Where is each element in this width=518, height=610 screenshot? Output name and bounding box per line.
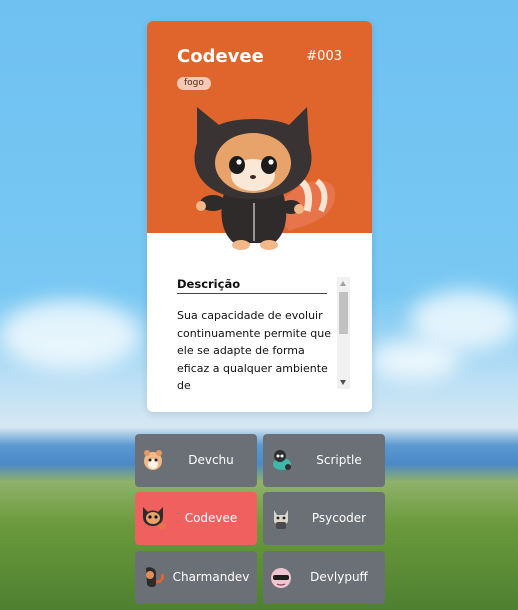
creature-tile-devchu[interactable]: Devchu (135, 434, 257, 487)
scroll-up-icon[interactable] (340, 281, 346, 286)
creature-tile-label: Psycoder (311, 511, 367, 525)
puffball-creature-icon (271, 568, 291, 588)
hamster-creature-icon (144, 450, 162, 470)
creature-tile-label: Charmandev (172, 570, 250, 584)
scroll-down-icon[interactable] (340, 380, 346, 385)
description-text: Sua capacidade de evoluir continuamente … (177, 309, 331, 389)
creature-image (194, 107, 336, 250)
creature-tile-devlypuff[interactable]: Devlypuff (263, 551, 385, 604)
scrollbar-thumb[interactable] (339, 292, 348, 334)
creature-tile-codevee[interactable]: Codevee (135, 492, 257, 545)
description-section: Descrição Sua capacidade de evoluir cont… (177, 277, 350, 389)
creature-tile-psycoder[interactable]: Psycoder (263, 492, 385, 545)
creature-name: Codevee (177, 46, 264, 67)
creature-tile-label: Codevee (184, 511, 238, 525)
card-header: Codevee #003 fogo (147, 21, 372, 250)
background-cloud (370, 340, 460, 380)
creature-tile-label: Scriptle (316, 453, 362, 467)
turtle-creature-icon (273, 450, 291, 470)
creature-number: #003 (306, 49, 342, 64)
description-scrollbar[interactable] (337, 277, 350, 389)
background-cloud (0, 300, 140, 370)
description-title: Descrição (177, 277, 327, 294)
type-badge: fogo (177, 77, 211, 90)
creature-tile-charmandev[interactable]: Charmandev (135, 551, 257, 604)
red-panda-creature-icon (143, 507, 166, 529)
creature-tile-scriptle[interactable]: Scriptle (263, 434, 385, 487)
creature-card: Codevee #003 fogo Descrição Sua capacida… (147, 21, 372, 412)
creature-tile-label: Devlypuff (310, 570, 368, 584)
creature-tile-label: Devchu (188, 453, 234, 467)
cat-creature-icon (274, 510, 288, 529)
lizard-creature-icon (146, 567, 165, 587)
